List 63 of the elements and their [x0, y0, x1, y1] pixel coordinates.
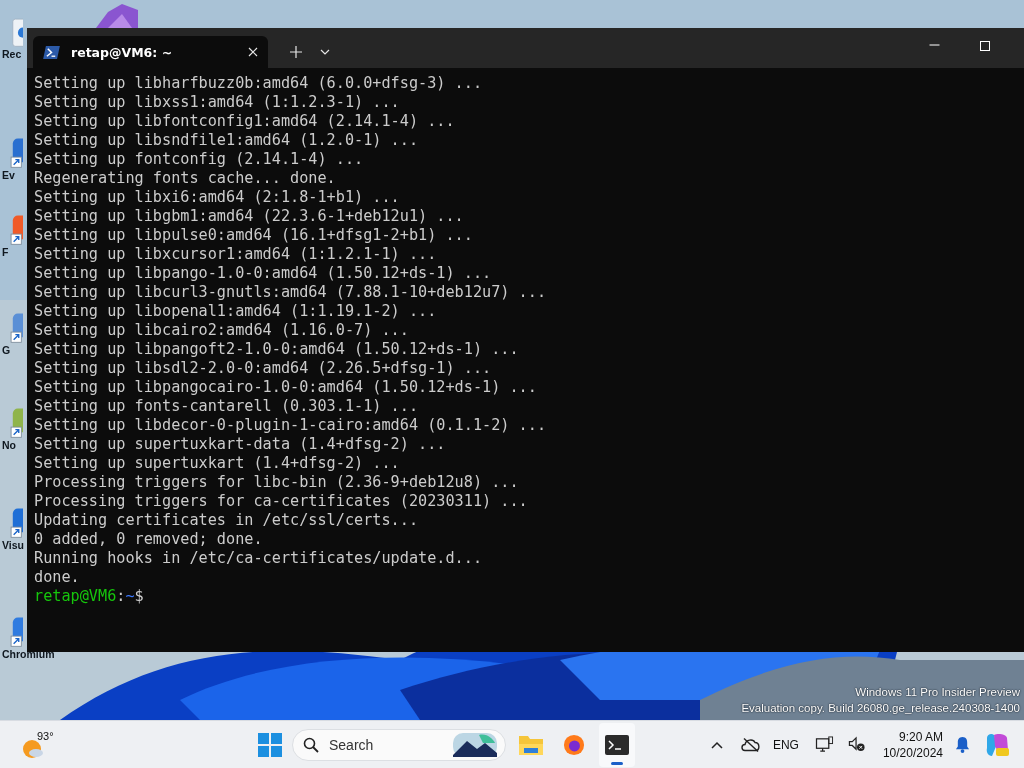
terminal-line: Setting up fontconfig (2.14.1-4) ... — [34, 150, 365, 169]
terminal-line: Setting up libcairo2:amd64 (1.16.0-7) ... — [34, 321, 410, 340]
terminal-line: Setting up fonts-cantarell (0.303.1-1) ... — [34, 397, 420, 416]
search-bar[interactable]: Search — [292, 728, 506, 761]
desktop-icon-label[interactable]: G — [2, 344, 11, 356]
language-indicator[interactable]: ENG — [772, 737, 799, 752]
temperature[interactable]: 93° — [37, 729, 54, 742]
terminal-line: Setting up libpangoft2-1.0-0:amd64 (1.50.12+ds-1) ... — [34, 340, 520, 359]
terminal-line: Setting up libharfbuzz0b:amd64 (6.0.0+dfsg-3) ... — [34, 74, 484, 93]
terminal-prompt: retap@VM6:~$ — [34, 587, 145, 606]
terminal-line: Setting up libdecor-0-plugin-1-cairo:amd64 (0.1.1-2) ... — [34, 416, 548, 435]
search-field[interactable]: Search — [327, 735, 441, 754]
desktop-icon-label[interactable]: Rec — [2, 48, 22, 60]
visual-studio-icon[interactable] — [94, 4, 140, 28]
terminal-line: Regenerating fonts cache... done. — [34, 169, 337, 188]
terminal-line: Setting up libxi6:amd64 (2:1.8-1+b1) ... — [34, 188, 401, 207]
terminal-icon[interactable] — [605, 733, 629, 756]
mountain-icon — [453, 732, 497, 757]
clock-time[interactable]: 9:20 AM — [898, 728, 943, 745]
close-icon[interactable] — [248, 47, 258, 57]
terminal-tab[interactable]: retap@VM6: ~ — [33, 36, 268, 68]
new-tab-icon[interactable] — [290, 46, 302, 58]
terminal-line: 0 added, 0 removed; done. — [34, 530, 264, 549]
terminal-line: Setting up libfontconfig1:amd64 (2.14.1-4) ... — [34, 112, 456, 131]
terminal-line: done. — [34, 568, 81, 587]
terminal-line: Running hooks in /etc/ca-certificates/update.d... — [34, 549, 484, 568]
terminal-line: Setting up libsndfile1:amd64 (1.2.0-1) ... — [34, 131, 420, 150]
dropdown-icon[interactable] — [320, 49, 330, 55]
chevron-up-icon[interactable] — [710, 740, 723, 749]
terminal-line: Setting up supertuxkart-data (1.4+dfsg-2) ... — [34, 435, 447, 454]
desktop-icon-label[interactable]: Chromium — [2, 648, 55, 660]
desktop-icon-label[interactable]: No — [2, 439, 16, 451]
terminal-line: Processing triggers for libc-bin (2.36-9+deb12u8) ... — [34, 473, 520, 492]
terminal-line: Processing triggers for ca-certificates (20230311) ... — [34, 492, 529, 511]
speaker-muted-icon[interactable] — [846, 736, 867, 753]
bell-icon[interactable] — [955, 736, 970, 753]
network-icon[interactable] — [814, 736, 835, 753]
powershell-icon — [43, 45, 60, 59]
terminal-line: Setting up libcurl3-gnutls:amd64 (7.88.1-10+deb12u7) ... — [34, 283, 548, 302]
copilot-icon[interactable] — [984, 731, 1010, 758]
desktop-icon-label[interactable]: Ev — [2, 169, 15, 181]
terminal-line: Setting up libxss1:amd64 (1:1.2.3-1) ... — [34, 93, 401, 112]
maximize-icon[interactable] — [980, 41, 990, 51]
terminal-line: Updating certificates in /etc/ssl/certs... — [34, 511, 420, 530]
terminal-line: Setting up libxcursor1:amd64 (1:1.2.1-1) ... — [34, 245, 438, 264]
desktop-icon-label[interactable]: F — [2, 246, 9, 258]
desktop-icon-label[interactable]: Visu — [2, 539, 24, 551]
terminal-line: Setting up libgbm1:amd64 (22.3.6-1+deb12u1) ... — [34, 207, 465, 226]
tab-title: retap@VM6: ~ — [71, 44, 173, 60]
firefox-icon[interactable] — [562, 733, 586, 756]
watermark-text: Windows 11 Pro Insider Preview — [855, 685, 1020, 700]
start-icon[interactable] — [258, 732, 282, 757]
terminal-line: Setting up supertuxkart (1.4+dfsg-2) ... — [34, 454, 401, 473]
clock-date[interactable]: 10/20/2024 — [882, 744, 943, 761]
terminal-line: Setting up libpango-1.0-0:amd64 (1.50.12+ds-1) ... — [34, 264, 493, 283]
folder-icon[interactable] — [519, 733, 543, 756]
terminal-line: Setting up libsdl2-2.0-0:amd64 (2.26.5+dfsg-1) ... — [34, 359, 493, 378]
search-icon — [303, 736, 319, 753]
cloud-off-icon[interactable] — [740, 736, 761, 753]
terminal-line: Setting up libpulse0:amd64 (16.1+dfsg1-2+b1) ... — [34, 226, 474, 245]
terminal-line: Setting up libopenal1:amd64 (1:1.19.1-2) ... — [34, 302, 438, 321]
terminal-line: Setting up libpangocairo-1.0-0:amd64 (1.50.12+ds-1) ... — [34, 378, 538, 397]
watermark-text: Evaluation copy. Build 26080.ge_release.240308-1400 — [741, 701, 1020, 716]
